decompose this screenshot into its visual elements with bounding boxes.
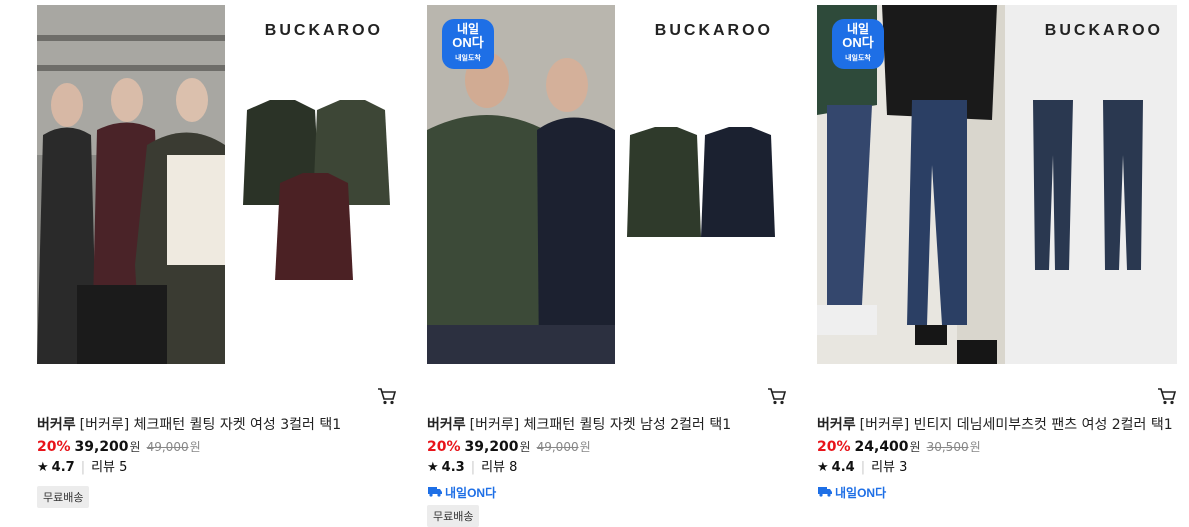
original-price: 49,000 [536, 440, 579, 454]
model-photo [37, 5, 225, 364]
free-shipping-tag: 무료배송 [37, 486, 90, 508]
brand-logo: BUCKAROO [1044, 22, 1163, 39]
product-card[interactable]: BUCKAROO 내일 ON다 내일도착 버커루 [버커루] 체크패턴 퀼팅 자켓… [427, 5, 787, 527]
discount-rate: 20% [427, 439, 461, 455]
star-icon: ★ [37, 460, 49, 475]
badge-line: ON다 [452, 35, 484, 50]
next-day-delivery-badge: 내일 ON다 내일도착 [442, 19, 494, 69]
product-cutout [225, 5, 397, 364]
badge-line: ON다 [842, 35, 874, 50]
sale-price: 39,200 [74, 439, 129, 455]
product-cutout [1005, 5, 1177, 364]
product-image[interactable]: BUCKAROO [37, 5, 397, 364]
product-image[interactable]: BUCKAROO 내일 ON다 내일도착 [427, 5, 787, 364]
product-cutout [615, 5, 787, 364]
discount-rate: 20% [37, 439, 71, 455]
star-icon: ★ [427, 460, 439, 475]
product-name: [버커루] 빈티지 데님세미부츠컷 팬츠 여성 2컬러 택1 [859, 417, 1173, 433]
currency-unit: 원 [519, 440, 531, 454]
product-title[interactable]: 버커루 [버커루] 체크패턴 퀼팅 자켓 여성 3컬러 택1 [37, 414, 397, 436]
review-count: 리뷰 3 [871, 460, 908, 475]
discount-rate: 20% [817, 439, 851, 455]
divider: | [80, 460, 86, 475]
onda-text: 내일ON다 [445, 485, 497, 500]
price-row: 20% 39,200원 49,000원 [427, 436, 787, 458]
product-card[interactable]: BUCKAROO 내일 ON다 내일도착 버커루 [버커루] 빈티지 데님세미부츠… [817, 5, 1177, 500]
cart-icon[interactable] [767, 387, 787, 405]
brand-name: 버커루 [817, 417, 856, 433]
brand-name: 버커루 [37, 417, 76, 433]
badge-line: 내일도착 [455, 55, 481, 62]
original-price: 30,500 [926, 440, 969, 454]
next-day-delivery-label: 내일ON다 [817, 483, 1177, 501]
rating-row: ★ 4.4 | 리뷰 3 [817, 458, 1177, 478]
currency-unit: 원 [909, 440, 921, 454]
star-icon: ★ [817, 460, 829, 475]
free-shipping-tag: 무료배송 [427, 505, 480, 527]
price-row: 20% 39,200원 49,000원 [37, 436, 397, 458]
currency-unit: 원 [579, 440, 591, 454]
cart-icon[interactable] [1157, 387, 1177, 405]
brand-name: 버커루 [427, 417, 466, 433]
sale-price: 39,200 [464, 439, 519, 455]
brand-logo: BUCKAROO [264, 22, 383, 39]
product-name: [버커루] 체크패턴 퀼팅 자켓 남성 2컬러 택1 [469, 417, 732, 433]
rating-row: ★ 4.7 | 리뷰 5 [37, 458, 397, 478]
sale-price: 24,400 [854, 439, 909, 455]
product-title[interactable]: 버커루 [버커루] 체크패턴 퀼팅 자켓 남성 2컬러 택1 [427, 414, 787, 436]
rating-score: 4.3 [441, 460, 465, 475]
product-name: [버커루] 체크패턴 퀼팅 자켓 여성 3컬러 택1 [79, 417, 342, 433]
delivery-truck-icon [817, 485, 833, 500]
badge-line: 내일도착 [845, 55, 871, 62]
review-count: 리뷰 5 [91, 460, 128, 475]
original-price: 49,000 [146, 440, 189, 454]
next-day-delivery-badge: 내일 ON다 내일도착 [832, 19, 884, 69]
brand-logo: BUCKAROO [654, 22, 773, 39]
rating-score: 4.7 [51, 460, 75, 475]
delivery-truck-icon [427, 485, 443, 500]
next-day-delivery-label: 내일ON다 [427, 483, 787, 501]
product-title[interactable]: 버커루 [버커루] 빈티지 데님세미부츠컷 팬츠 여성 2컬러 택1 [817, 414, 1177, 436]
currency-unit: 원 [189, 440, 201, 454]
rating-row: ★ 4.3 | 리뷰 8 [427, 458, 787, 478]
rating-score: 4.4 [831, 460, 855, 475]
product-image[interactable]: BUCKAROO 내일 ON다 내일도착 [817, 5, 1177, 364]
onda-text: 내일ON다 [835, 485, 887, 500]
product-card[interactable]: BUCKAROO 버커루 [버커루] 체크패턴 퀼팅 자켓 여성 3컬러 택1 2… [37, 5, 397, 508]
price-row: 20% 24,400원 30,500원 [817, 436, 1177, 458]
currency-unit: 원 [969, 440, 981, 454]
review-count: 리뷰 8 [481, 460, 518, 475]
divider: | [860, 460, 866, 475]
cart-icon[interactable] [377, 387, 397, 405]
currency-unit: 원 [129, 440, 141, 454]
divider: | [470, 460, 476, 475]
